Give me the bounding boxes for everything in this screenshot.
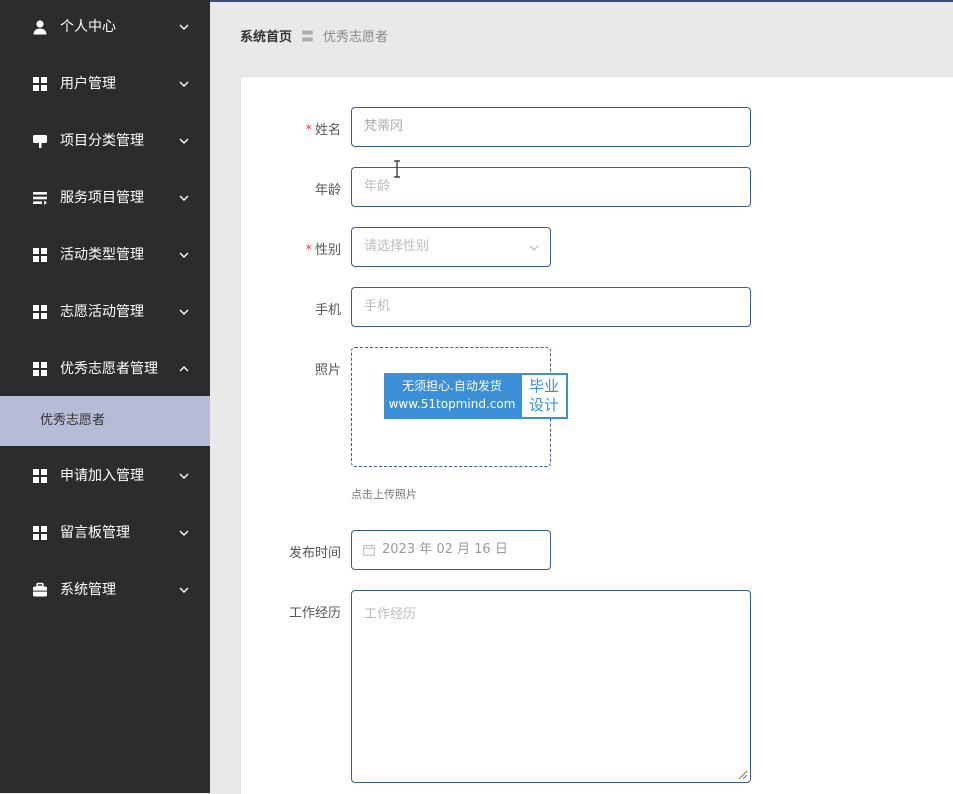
menu-item-message-board[interactable]: 留言板管理 [0, 513, 210, 553]
grid-icon [33, 77, 47, 91]
menu-item-activity-type[interactable]: 活动类型管理 [0, 235, 210, 275]
user-icon [33, 20, 47, 35]
menu-item-system-management[interactable]: 系统管理 [0, 570, 210, 610]
menu-item-label: 优秀志愿者管理 [60, 361, 158, 377]
watermark-right-line1: 毕业 [528, 377, 559, 395]
watermark-left: 无须担心.自动发货 www.51topmind.com [384, 373, 520, 419]
photo-label: 照片 [314, 363, 341, 378]
gender-label: * 性别 [305, 243, 341, 258]
calendar-icon [363, 544, 375, 556]
watermark-line2: www.51topmind.com [388, 397, 516, 411]
menu-item-excellent-volunteer[interactable]: 优秀志愿者管理 [0, 349, 210, 389]
submenu-item-excellent-volunteer[interactable]: 优秀志愿者 [0, 396, 210, 446]
watermark-right-line2: 设计 [528, 396, 559, 414]
text-cursor-icon [394, 160, 400, 178]
menu-item-join-application[interactable]: 申请加入管理 [0, 456, 210, 496]
sidebar: 个人中心 用户管理 项目分类管理 服务项目管理 活动类型管理 志愿活动管理 优秀… [0, 0, 210, 793]
name-label: * 姓名 [305, 123, 341, 138]
experience-label: 工作经历 [288, 606, 341, 621]
menu-item-label: 项目分类管理 [60, 133, 144, 149]
grid-icon [33, 362, 47, 376]
phone-label: 手机 [314, 303, 341, 318]
menu-item-label: 留言板管理 [60, 525, 130, 541]
menu-item-label: 个人中心 [60, 19, 116, 35]
menu-item-label: 服务项目管理 [60, 190, 144, 206]
menu-item-label: 用户管理 [60, 76, 116, 92]
menu-item-volunteer-activity[interactable]: 志愿活动管理 [0, 292, 210, 332]
menu-item-label: 活动类型管理 [60, 247, 144, 263]
grid-icon [33, 526, 47, 540]
watermark-right: 毕业 设计 [520, 373, 568, 419]
chevron-down-icon [529, 245, 539, 251]
chevron-down-icon [179, 81, 189, 87]
menu-item-label: 申请加入管理 [60, 468, 144, 484]
breadcrumb-separator: 〓 [301, 30, 315, 45]
list-icon [33, 192, 47, 205]
breadcrumb-home[interactable]: 系统首页 [240, 30, 292, 45]
submenu-item-label: 优秀志愿者 [40, 413, 106, 428]
watermark-line1: 无须担心.自动发货 [402, 379, 502, 393]
required-mark: * [305, 243, 312, 258]
name-input[interactable]: 梵蒂冈 [351, 107, 751, 147]
publish-time-picker[interactable]: 2023 年 02 月 16 日 [351, 530, 551, 570]
menu-item-service-project[interactable]: 服务项目管理 [0, 178, 210, 218]
gender-select[interactable]: 请选择性别 [351, 227, 551, 267]
resize-handle-icon[interactable] [738, 770, 748, 780]
publish-time-label: 发布时间 [288, 546, 341, 561]
chevron-up-icon [179, 366, 189, 372]
experience-textarea[interactable]: 工作经历 [351, 590, 751, 783]
age-label: 年龄 [314, 183, 341, 198]
breadcrumb-current: 优秀志愿者 [323, 30, 389, 45]
breadcrumb: 系统首页〓优秀志愿者 [240, 28, 388, 48]
chevron-down-icon [179, 309, 189, 315]
chevron-down-icon [179, 24, 189, 30]
chevron-down-icon [179, 473, 189, 479]
menu-item-user-management[interactable]: 用户管理 [0, 64, 210, 104]
chevron-down-icon [179, 138, 189, 144]
grid-icon [33, 305, 47, 319]
menu-item-personal-center[interactable]: 个人中心 [0, 7, 210, 47]
menu-item-label: 系统管理 [60, 582, 116, 598]
chevron-down-icon [179, 587, 189, 593]
upload-tip: 点击上传照片 [351, 488, 417, 501]
chevron-down-icon [179, 252, 189, 258]
grid-icon [33, 248, 47, 262]
briefcase-icon [33, 582, 47, 597]
age-input[interactable]: 年龄 [351, 167, 751, 207]
phone-input[interactable]: 手机 [351, 287, 751, 327]
menu-item-label: 志愿活动管理 [60, 304, 144, 320]
chevron-down-icon [179, 195, 189, 201]
chevron-down-icon [179, 530, 189, 536]
pin-icon [33, 135, 47, 148]
top-accent-line [210, 0, 953, 2]
grid-icon [33, 469, 47, 483]
required-mark: * [305, 123, 312, 138]
menu-item-project-category[interactable]: 项目分类管理 [0, 121, 210, 161]
watermark: 无须担心.自动发货 www.51topmind.com 毕业 设计 [384, 373, 568, 419]
